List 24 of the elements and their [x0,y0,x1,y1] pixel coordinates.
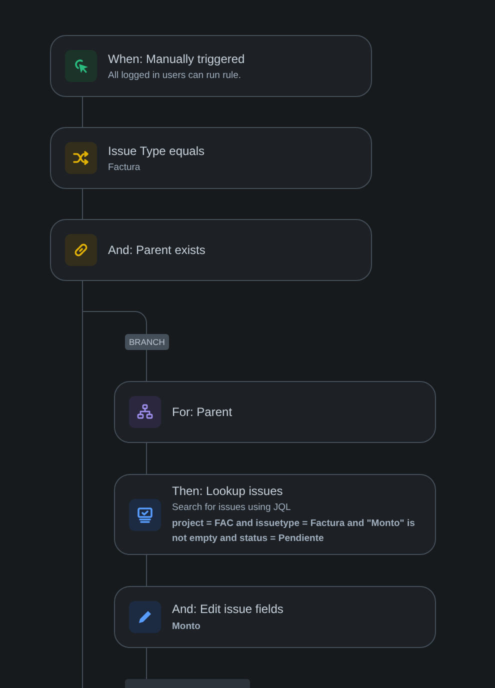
link-icon [72,241,90,259]
hierarchy-icon [136,403,154,421]
step-title: Issue Type equals [108,142,205,158]
step-description: Search for issues using JQL [172,501,292,514]
monitor-icon [136,506,154,524]
step-title: And: Edit issue fields [172,600,284,616]
step-description: Factura [108,160,142,174]
rule-step-card[interactable]: And: Parent exists [50,219,372,281]
step-detail: Monto [172,620,202,634]
step-title: Then: Lookup issues [172,483,284,499]
rule-step-card[interactable]: And: Edit issue fields Monto [114,586,436,648]
rule-step-card[interactable]: When: Manually triggered All logged in users can run rule. [50,35,372,97]
step-title: And: Parent exists [108,242,206,258]
cursor-icon [72,57,90,75]
step-detail: project = FAC and issuetype = Factura and "Monto" is not empty and status = Pendiente [172,517,416,546]
branch-badge: BRANCH [125,334,169,350]
step-title: For: Parent [172,404,232,420]
step-description: All logged in users can run rule. [108,68,242,82]
pencil-icon [136,608,154,626]
rule-step-card[interactable]: For: Parent [114,381,436,443]
step-title: When: Manually triggered [108,50,245,66]
rule-step-card[interactable]: Issue Type equals Factura [50,127,372,189]
shuffle-icon [72,149,90,167]
rule-step-card[interactable]: Then: Lookup issues Search for issues using JQL project = FAC and issuetype = Factura and "Monto" is not empty and status = Pendiente [114,474,436,555]
